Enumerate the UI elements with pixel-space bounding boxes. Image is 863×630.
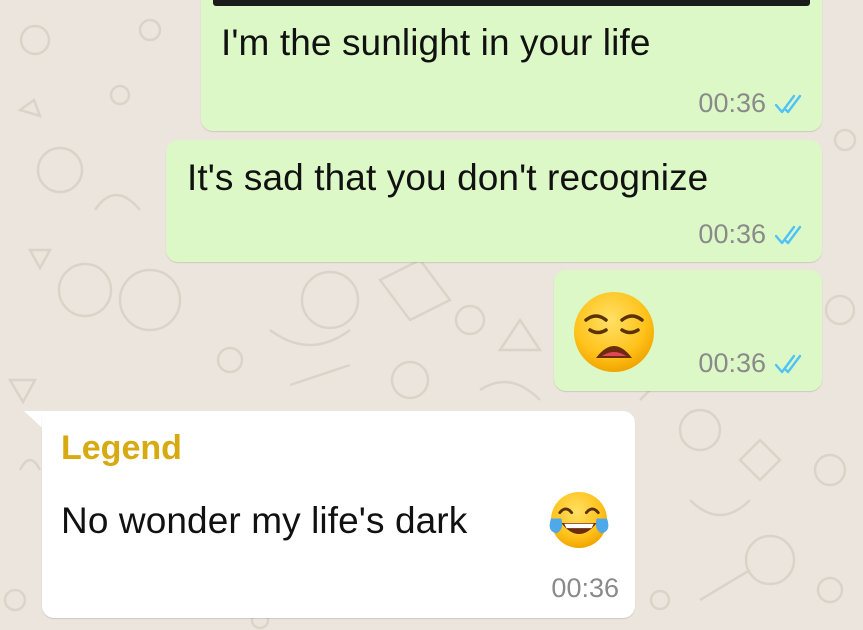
double-check-read-icon <box>774 354 802 373</box>
message-text: It's sad that you don't recognize <box>187 157 709 198</box>
media-preview-edge <box>213 0 810 6</box>
double-check-read-icon <box>774 225 802 244</box>
message-text: I'm the sunlight in your life <box>221 22 651 63</box>
outgoing-message-2[interactable]: It's sad that you don't recognize 00:36 <box>166 140 822 262</box>
message-meta: 00:36 <box>698 88 806 119</box>
message-meta: 00:36 <box>551 573 619 604</box>
weary-face-icon <box>574 292 654 372</box>
outgoing-message-1[interactable]: I'm the sunlight in your life 00:36 <box>201 0 822 131</box>
incoming-message-1[interactable]: Legend No wonder my life's dark 00:36 <box>42 411 635 618</box>
message-time: 00:36 <box>698 219 766 249</box>
message-time: 00:36 <box>551 573 619 603</box>
message-time: 00:36 <box>698 88 766 118</box>
message-text: No wonder my life's dark <box>61 500 468 541</box>
message-meta: 00:36 <box>698 348 806 379</box>
sender-name[interactable]: Legend <box>61 429 182 468</box>
tears-of-joy-icon <box>549 491 609 549</box>
message-meta: 00:36 <box>698 219 806 250</box>
double-check-read-icon <box>774 94 802 113</box>
outgoing-message-3[interactable]: 00:36 <box>554 270 822 391</box>
message-time: 00:36 <box>698 348 766 378</box>
